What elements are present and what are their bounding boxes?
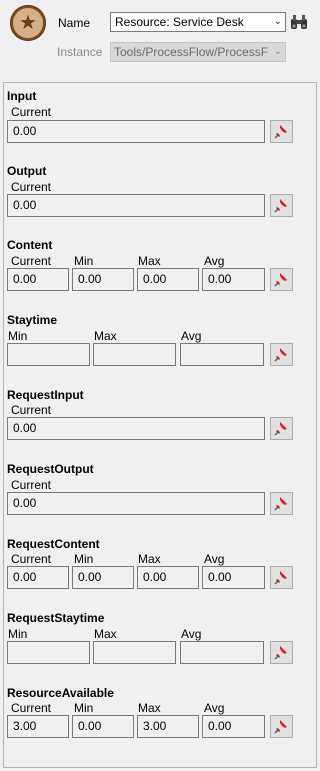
section-title: Output — [7, 164, 47, 178]
current-label: Current — [11, 105, 52, 119]
max-label: Max — [138, 701, 161, 715]
current-label: Current — [11, 701, 52, 715]
avg-label: Avg — [181, 627, 202, 641]
min-label: Min — [74, 552, 94, 566]
min-label: Min — [74, 254, 94, 268]
pushpin-icon[interactable] — [270, 343, 293, 366]
resource-available-avg-field[interactable]: 0.00 — [202, 715, 265, 738]
current-label: Current — [11, 403, 52, 417]
min-label: Min — [74, 701, 94, 715]
pushpin-icon[interactable] — [270, 417, 293, 440]
min-label: Min — [8, 627, 28, 641]
current-label: Current — [11, 478, 52, 492]
pushpin-icon[interactable] — [270, 120, 293, 143]
max-label: Max — [138, 552, 161, 566]
resource-available-max-field[interactable]: 3.00 — [137, 715, 199, 738]
avg-label: Avg — [181, 329, 202, 343]
output-current-field[interactable]: 0.00 — [7, 194, 265, 217]
request-content-current-field[interactable]: 0.00 — [7, 566, 69, 589]
name-select-value: Resource: Service Desk — [115, 15, 244, 29]
instance-select: Tools/ProcessFlow/ProcessF ⌄ — [110, 42, 286, 62]
current-label: Current — [11, 180, 52, 194]
section-title: RequestContent — [7, 537, 100, 551]
request-content-avg-field[interactable]: 0.00 — [202, 566, 265, 589]
input-current-field[interactable]: 0.00 — [7, 120, 265, 143]
request-staytime-avg-field[interactable] — [180, 641, 264, 664]
pushpin-icon[interactable] — [270, 566, 293, 589]
staytime-avg-field[interactable] — [180, 343, 264, 366]
name-label: Name — [58, 16, 91, 30]
section-title: Input — [7, 89, 37, 103]
avg-label: Avg — [204, 254, 225, 268]
chevron-down-icon: ⌄ — [273, 16, 282, 27]
chevron-down-icon: ⌄ — [271, 43, 282, 61]
staytime-max-field[interactable] — [93, 343, 176, 366]
section-title: RequestInput — [7, 388, 84, 402]
min-label: Min — [8, 329, 28, 343]
instance-select-value: Tools/ProcessFlow/ProcessF — [114, 45, 269, 59]
binoculars-icon[interactable] — [290, 14, 308, 30]
request-staytime-max-field[interactable] — [93, 641, 176, 664]
pushpin-icon[interactable] — [270, 641, 293, 664]
content-min-field[interactable]: 0.00 — [72, 268, 134, 291]
max-label: Max — [94, 627, 117, 641]
staytime-min-field[interactable] — [7, 343, 90, 366]
section-title: RequestOutput — [7, 462, 94, 476]
header: ★ Name Resource: Service Desk ⌄ Instance… — [0, 0, 320, 70]
pushpin-icon[interactable] — [270, 492, 293, 515]
current-label: Current — [11, 254, 52, 268]
section-title: Staytime — [7, 313, 58, 327]
section-title: ResourceAvailable — [7, 686, 114, 700]
resource-available-current-field[interactable]: 3.00 — [7, 715, 69, 738]
pushpin-icon[interactable] — [270, 268, 293, 291]
pushpin-icon[interactable] — [270, 194, 293, 217]
name-select[interactable]: Resource: Service Desk ⌄ — [110, 12, 286, 32]
instance-label: Instance — [57, 45, 103, 59]
request-staytime-min-field[interactable] — [7, 641, 90, 664]
request-content-min-field[interactable]: 0.00 — [72, 566, 134, 589]
pushpin-icon[interactable] — [270, 715, 293, 738]
request-content-max-field[interactable]: 0.00 — [137, 566, 199, 589]
request-input-current-field[interactable]: 0.00 — [7, 417, 265, 440]
current-label: Current — [11, 552, 52, 566]
avg-label: Avg — [204, 701, 225, 715]
star-badge-icon: ★ — [10, 5, 46, 41]
max-label: Max — [94, 329, 117, 343]
section-title: Content — [7, 238, 53, 252]
content-current-field[interactable]: 0.00 — [7, 268, 69, 291]
resource-available-min-field[interactable]: 0.00 — [72, 715, 134, 738]
avg-label: Avg — [204, 552, 225, 566]
content-max-field[interactable]: 0.00 — [137, 268, 199, 291]
request-output-current-field[interactable]: 0.00 — [7, 492, 265, 515]
content-avg-field[interactable]: 0.00 — [202, 268, 265, 291]
section-title: RequestStaytime — [7, 611, 105, 625]
max-label: Max — [138, 254, 161, 268]
